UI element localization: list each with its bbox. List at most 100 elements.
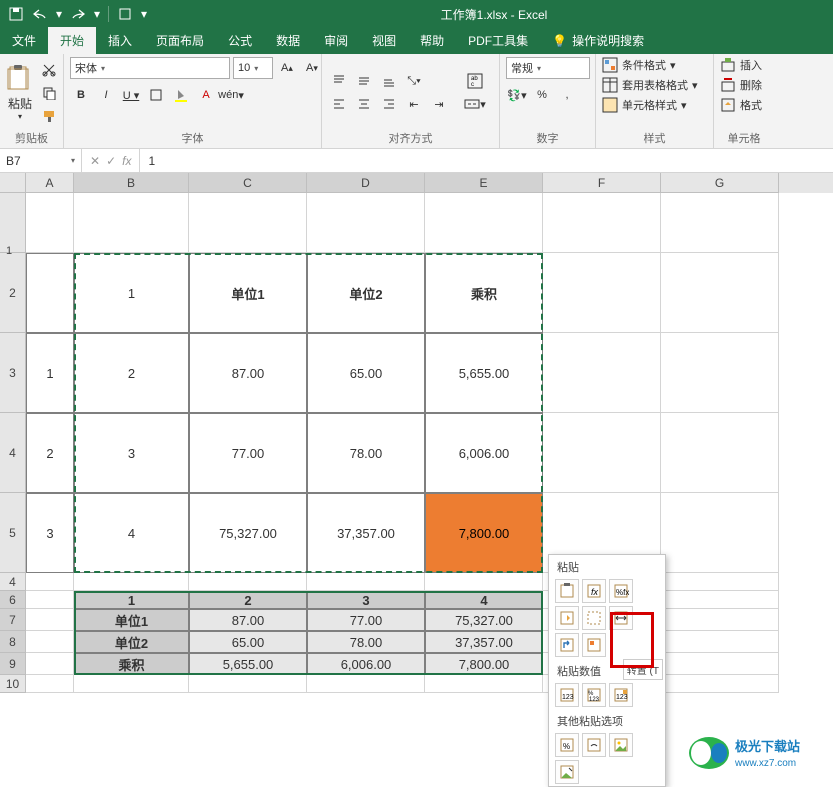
cell[interactable]: 77.00 — [189, 413, 307, 493]
row-header[interactable]: 4 — [0, 413, 26, 493]
cell[interactable]: 6,006.00 — [307, 653, 425, 675]
fx-icon[interactable]: fx — [122, 154, 131, 168]
phonetic-button[interactable]: wén ▾ — [220, 85, 242, 105]
bold-button[interactable]: B — [70, 85, 92, 105]
formula-input[interactable]: 1 — [140, 154, 833, 168]
delete-cells-button[interactable]: 删除 — [720, 77, 762, 93]
cell[interactable] — [189, 193, 307, 253]
cancel-icon[interactable]: ✕ — [90, 154, 100, 168]
cell[interactable]: 2 — [26, 413, 74, 493]
col-header[interactable]: G — [661, 173, 779, 193]
cell[interactable]: 4 — [74, 493, 189, 573]
font-color-button[interactable]: A — [195, 85, 217, 105]
cell[interactable] — [425, 573, 543, 591]
col-header[interactable]: E — [425, 173, 543, 193]
cell[interactable] — [26, 609, 74, 631]
cell[interactable]: 单位2 — [74, 631, 189, 653]
tab-layout[interactable]: 页面布局 — [144, 27, 216, 54]
cell[interactable] — [661, 609, 779, 631]
paste-no-borders-icon[interactable] — [582, 606, 606, 630]
row-header[interactable]: 9 — [0, 653, 26, 675]
save-icon[interactable] — [6, 4, 26, 24]
cell[interactable]: 65.00 — [307, 333, 425, 413]
row-header[interactable]: 7 — [0, 609, 26, 631]
cell[interactable]: 5,655.00 — [425, 333, 543, 413]
paste-formulas-number-icon[interactable]: %fx — [609, 579, 633, 603]
cell[interactable] — [543, 253, 661, 333]
merge-button[interactable]: ▾ — [460, 94, 490, 114]
align-left-icon[interactable] — [328, 94, 350, 114]
tab-home[interactable]: 开始 — [48, 27, 96, 54]
cell[interactable]: 单位1 — [74, 609, 189, 631]
cell[interactable]: 87.00 — [189, 333, 307, 413]
chevron-down-icon[interactable]: ▾ — [54, 4, 64, 24]
tab-insert[interactable]: 插入 — [96, 27, 144, 54]
font-name-combo[interactable]: 宋体▾ — [70, 57, 230, 79]
col-header[interactable]: B — [74, 173, 189, 193]
align-top-icon[interactable] — [328, 71, 350, 91]
format-painter-icon[interactable] — [38, 106, 60, 126]
cell[interactable]: 1 — [74, 591, 189, 609]
italic-button[interactable]: I — [95, 85, 117, 105]
cell[interactable]: 3 — [307, 591, 425, 609]
decrease-font-icon[interactable]: A▾ — [301, 58, 323, 78]
cell[interactable] — [543, 413, 661, 493]
cell[interactable] — [661, 193, 779, 253]
cell[interactable]: 87.00 — [189, 609, 307, 631]
cell[interactable] — [189, 675, 307, 693]
cell[interactable] — [74, 573, 189, 591]
cell[interactable] — [26, 573, 74, 591]
cell[interactable]: 37,357.00 — [425, 631, 543, 653]
cell[interactable]: 7,800.00 — [425, 653, 543, 675]
cell[interactable] — [26, 631, 74, 653]
tab-review[interactable]: 审阅 — [312, 27, 360, 54]
row-header[interactable]: 4 — [0, 573, 26, 591]
paste-picture-icon[interactable] — [609, 733, 633, 757]
cell[interactable] — [26, 591, 74, 609]
cell[interactable] — [661, 573, 779, 591]
cell[interactable]: 单位2 — [307, 253, 425, 333]
format-cells-button[interactable]: 格式 — [720, 97, 762, 113]
decrease-indent-icon[interactable]: ⇤ — [403, 94, 425, 114]
insert-cells-button[interactable]: 插入 — [720, 57, 762, 73]
redo-icon[interactable] — [68, 4, 88, 24]
col-header[interactable]: D — [307, 173, 425, 193]
cell[interactable] — [661, 333, 779, 413]
cell[interactable] — [661, 253, 779, 333]
cell[interactable] — [543, 333, 661, 413]
cell[interactable] — [543, 193, 661, 253]
row-header[interactable] — [0, 193, 26, 253]
cell[interactable]: 乘积 — [74, 653, 189, 675]
cell[interactable]: 1 — [26, 333, 74, 413]
cell[interactable]: 78.00 — [307, 631, 425, 653]
print-preview-icon[interactable] — [115, 4, 135, 24]
paste-values-icon[interactable]: 123 — [555, 683, 579, 707]
cell[interactable] — [661, 413, 779, 493]
paste-transpose-icon[interactable] — [555, 633, 579, 657]
cell[interactable] — [425, 675, 543, 693]
tab-formulas[interactable]: 公式 — [216, 27, 264, 54]
select-all-corner[interactable] — [0, 173, 26, 193]
tab-file[interactable]: 文件 — [0, 27, 48, 54]
spreadsheet-grid[interactable]: A B C D E F G 1 2 1 单位1 单位2 乘积 3 1 2 87.… — [0, 173, 833, 693]
cell[interactable]: 75,327.00 — [189, 493, 307, 573]
tab-view[interactable]: 视图 — [360, 27, 408, 54]
cell[interactable]: 65.00 — [189, 631, 307, 653]
cell[interactable] — [74, 193, 189, 253]
row-header[interactable]: 2 — [0, 253, 26, 333]
align-middle-icon[interactable] — [353, 71, 375, 91]
cell[interactable]: 3 — [74, 413, 189, 493]
row-header[interactable]: 6 — [0, 591, 26, 609]
paste-all-icon[interactable] — [555, 579, 579, 603]
orientation-icon[interactable]: ⤡▾ — [403, 71, 425, 91]
cell[interactable]: 7,800.00 — [425, 493, 543, 573]
cell[interactable] — [661, 493, 779, 573]
cell[interactable]: 77.00 — [307, 609, 425, 631]
enter-icon[interactable]: ✓ — [106, 154, 116, 168]
cell[interactable] — [661, 675, 779, 693]
fill-color-button[interactable] — [170, 85, 192, 105]
align-center-icon[interactable] — [353, 94, 375, 114]
cell[interactable] — [661, 591, 779, 609]
format-as-table-button[interactable]: 套用表格格式 ▾ — [602, 77, 698, 93]
row-header[interactable]: 3 — [0, 333, 26, 413]
